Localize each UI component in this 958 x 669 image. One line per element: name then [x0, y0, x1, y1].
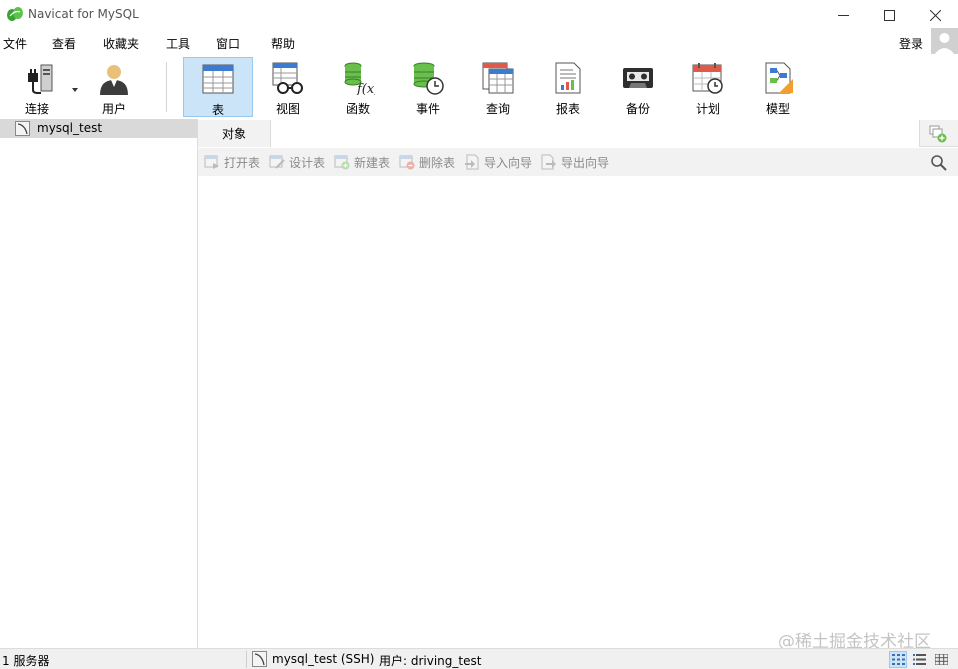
user-button[interactable]: 用户 — [79, 57, 149, 117]
new-tab-icon[interactable] — [929, 125, 947, 143]
minimize-icon — [837, 14, 849, 16]
open-table-icon — [204, 155, 219, 169]
status-separator — [246, 651, 247, 668]
list-view-icon — [891, 654, 905, 665]
login-link[interactable]: 登录 — [899, 35, 923, 52]
status-connection-icon — [252, 651, 267, 667]
grid-view-icon — [934, 654, 948, 665]
status-user: 用户: driving_test — [379, 654, 482, 668]
backup-label: 备份 — [625, 102, 650, 116]
schedule-button[interactable]: 计划 — [673, 57, 743, 117]
export-wizard-label: 导出向导 — [561, 155, 610, 170]
svg-text:f(x): f(x) — [356, 82, 375, 95]
table-button[interactable]: 表 — [183, 57, 253, 117]
menu-view[interactable]: 查看 — [52, 35, 76, 52]
design-table-label: 设计表 — [289, 155, 326, 170]
report-icon — [555, 62, 581, 94]
import-wizard-icon — [465, 154, 479, 170]
list-view-button[interactable] — [889, 651, 907, 668]
open-table-label: 打开表 — [224, 155, 261, 170]
open-table-button[interactable]: 打开表 — [204, 154, 260, 170]
close-button[interactable] — [912, 0, 958, 30]
tab-objects[interactable]: 对象 — [198, 120, 270, 147]
new-table-label: 新建表 — [354, 155, 391, 170]
import-wizard-label: 导入向导 — [484, 155, 533, 170]
export-wizard-icon — [541, 154, 556, 170]
export-wizard-button[interactable]: 导出向导 — [541, 154, 609, 170]
new-table-icon — [334, 155, 350, 170]
schedule-label: 计划 — [695, 102, 720, 116]
er-diagram-view-button[interactable] — [932, 651, 950, 668]
navicat-window: Navicat for MySQL 文件 查看 收藏夹 工具 窗口 帮助 登录 — [0, 0, 958, 669]
server-count: 1 服务器 — [2, 654, 50, 668]
function-icon: f(x) — [344, 62, 375, 95]
connect-plug-icon — [28, 64, 53, 94]
menu-bar: 文件 查看 收藏夹 工具 窗口 帮助 — [0, 32, 958, 54]
connect-dropdown-icon[interactable] — [72, 88, 78, 92]
delete-table-button[interactable]: 删除表 — [399, 154, 455, 170]
menu-file[interactable]: 文件 — [3, 35, 27, 52]
maximize-button[interactable] — [866, 0, 912, 30]
model-label: 模型 — [765, 102, 790, 116]
navicat-logo-icon — [7, 7, 23, 21]
minimize-button[interactable] — [820, 0, 866, 30]
model-button[interactable]: 模型 — [743, 57, 813, 117]
event-button[interactable]: 事件 — [393, 57, 463, 117]
function-label: 函数 — [345, 102, 370, 116]
tab-bar: 对象 — [198, 120, 958, 147]
connection-tree: mysql_test — [0, 119, 198, 648]
user-icon — [100, 65, 128, 95]
view-label: 视图 — [275, 102, 300, 116]
backup-cassette-icon — [623, 68, 653, 88]
delete-table-icon — [399, 155, 415, 170]
connect-button[interactable]: 连接 — [2, 57, 78, 117]
report-button[interactable]: 报表 — [533, 57, 603, 117]
main-toolbar: 连接 用户 表 视图 f(x 函数 事件 查询 报表 备份 计划 模型 — [0, 54, 958, 120]
schedule-calendar-icon — [692, 63, 723, 94]
maximize-icon — [883, 9, 895, 21]
close-icon — [929, 9, 941, 21]
avatar-icon — [931, 28, 958, 55]
user-label: 用户 — [101, 102, 126, 116]
status-connection: mysql_test (SSH) — [272, 652, 375, 666]
report-label: 报表 — [555, 102, 580, 116]
query-label: 查询 — [485, 102, 510, 116]
menu-tools[interactable]: 工具 — [166, 35, 190, 52]
user-avatar[interactable] — [931, 28, 958, 55]
table-icon — [202, 64, 234, 94]
query-button[interactable]: 查询 — [463, 57, 533, 117]
connection-item[interactable]: mysql_test — [0, 119, 197, 138]
event-label: 事件 — [415, 102, 440, 116]
function-button[interactable]: f(x) 函数 — [323, 57, 393, 117]
object-list-area[interactable] — [199, 176, 958, 648]
menu-window[interactable]: 窗口 — [216, 35, 240, 52]
detail-view-icon — [912, 654, 926, 665]
connection-icon — [15, 121, 30, 136]
tab-strip-empty — [270, 120, 920, 147]
connect-label: 连接 — [24, 102, 49, 116]
title-bar: Navicat for MySQL — [0, 0, 958, 30]
view-button[interactable]: 视图 — [253, 57, 323, 117]
object-toolbar: 打开表 设计表 新建表 删除表 导入向导 导出向导 — [198, 148, 958, 176]
toolbar-separator — [166, 62, 167, 112]
query-icon — [482, 62, 514, 94]
design-table-icon — [269, 155, 285, 169]
model-icon — [765, 62, 793, 94]
window-title: Navicat for MySQL — [28, 7, 139, 21]
backup-button[interactable]: 备份 — [603, 57, 673, 117]
status-bar: 1 服务器 mysql_test (SSH) 用户: driving_test — [0, 648, 958, 669]
event-icon — [413, 62, 444, 95]
connection-label: mysql_test — [37, 121, 103, 135]
menu-favorites[interactable]: 收藏夹 — [103, 35, 139, 52]
delete-table-label: 删除表 — [419, 155, 456, 170]
view-glasses-icon — [272, 62, 303, 94]
import-wizard-button[interactable]: 导入向导 — [464, 154, 532, 170]
design-table-button[interactable]: 设计表 — [269, 154, 325, 170]
search-icon[interactable] — [930, 154, 948, 172]
new-table-button[interactable]: 新建表 — [334, 154, 390, 170]
table-label: 表 — [211, 103, 224, 117]
detail-view-button[interactable] — [910, 651, 928, 668]
menu-help[interactable]: 帮助 — [271, 35, 295, 52]
